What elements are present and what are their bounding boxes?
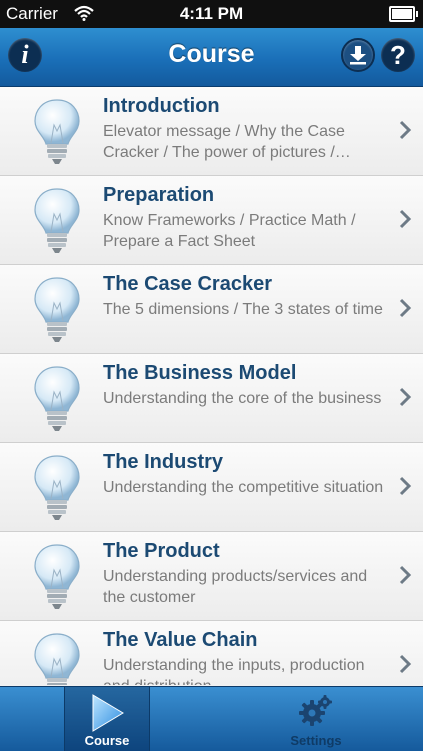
item-title: The Case Cracker xyxy=(103,273,272,295)
item-title: Preparation xyxy=(103,184,215,206)
item-subtitle: Understanding the competitive situation xyxy=(103,479,384,496)
help-icon: ? xyxy=(390,39,406,70)
chevron-right-icon xyxy=(399,565,412,585)
item-subtitle: Know Frameworks / Practice Math / Prepar… xyxy=(103,212,356,250)
list-item[interactable]: The Product Understanding products/servi… xyxy=(0,532,423,621)
chevron-right-icon xyxy=(399,387,412,407)
lightbulb-icon xyxy=(34,277,80,342)
item-title: The Industry xyxy=(103,451,224,473)
item-title: The Product xyxy=(103,540,220,562)
item-title: Introduction xyxy=(103,95,220,117)
list-item[interactable]: The Value Chain Understanding the inputs… xyxy=(0,621,423,685)
battery-icon xyxy=(389,6,418,22)
navigation-bar: i Course ? xyxy=(0,28,423,87)
lightbulb-icon xyxy=(34,188,80,253)
list-item[interactable]: The Case Cracker The 5 dimensions / The … xyxy=(0,265,423,354)
item-subtitle: Understanding products/services and the … xyxy=(103,568,368,606)
tab-course[interactable]: Course xyxy=(64,687,150,751)
list-item[interactable]: The Business Model Understanding the cor… xyxy=(0,354,423,443)
tab-bar: Course Settings xyxy=(0,686,423,751)
chevron-right-icon xyxy=(399,298,412,318)
play-icon xyxy=(92,694,124,732)
tab-label: Settings xyxy=(290,733,342,748)
gear-icon xyxy=(299,695,332,726)
lightbulb-icon xyxy=(34,455,80,520)
help-button[interactable]: ? xyxy=(381,38,415,72)
chevron-right-icon xyxy=(399,476,412,496)
chevron-right-icon xyxy=(399,120,412,140)
item-title: The Business Model xyxy=(103,362,297,384)
chevron-right-icon xyxy=(399,654,412,674)
tab-label: Course xyxy=(84,733,130,748)
list-item[interactable]: Introduction Elevator message / Why the … xyxy=(0,87,423,176)
item-subtitle: The 5 dimensions / The 3 states of time xyxy=(103,301,383,318)
item-subtitle: Understanding the core of the business xyxy=(103,390,382,407)
status-bar: Carrier 4:11 PM xyxy=(0,0,423,28)
lightbulb-icon xyxy=(34,366,80,431)
tab-settings[interactable]: Settings xyxy=(274,687,358,751)
lightbulb-icon xyxy=(34,99,80,164)
item-subtitle: Understanding the inputs, production and… xyxy=(103,657,365,685)
chevron-right-icon xyxy=(399,209,412,229)
lightbulb-icon xyxy=(34,633,80,685)
download-button[interactable] xyxy=(341,38,375,72)
clock: 4:11 PM xyxy=(179,4,244,23)
download-icon xyxy=(350,46,366,65)
item-subtitle: Elevator message / Why the Case Cracker … xyxy=(103,123,351,161)
course-list: Introduction Elevator message / Why the … xyxy=(0,87,423,685)
lightbulb-icon xyxy=(34,544,80,609)
list-item[interactable]: The Industry Understanding the competiti… xyxy=(0,443,423,532)
list-item[interactable]: Preparation Know Frameworks / Practice M… xyxy=(0,176,423,265)
item-title: The Value Chain xyxy=(103,629,258,651)
